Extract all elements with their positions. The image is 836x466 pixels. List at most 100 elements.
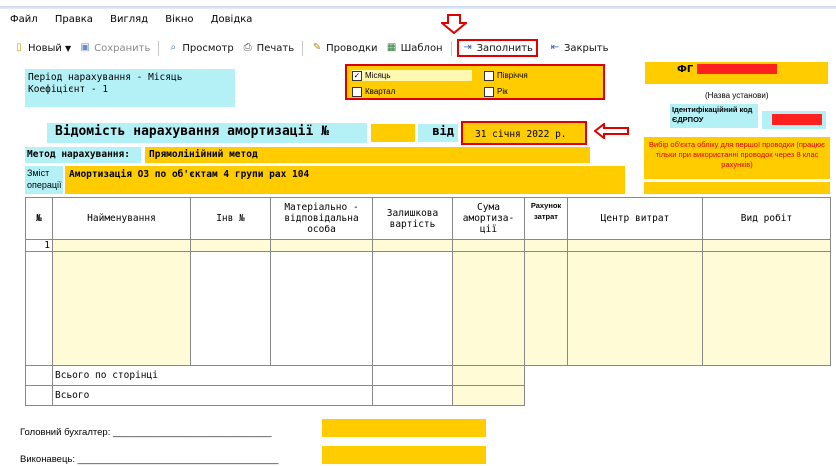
quarter-label: Квартал — [365, 87, 396, 96]
chief-accountant-field[interactable] — [322, 419, 486, 437]
total-page-amount — [452, 365, 525, 386]
quarter-option[interactable]: Квартал — [352, 86, 472, 97]
total-amount — [452, 385, 525, 406]
table-row[interactable]: 1 — [25, 239, 831, 252]
period-line-1: Період нарахування - Місяць — [28, 72, 183, 83]
edrpou-redacted — [772, 114, 822, 125]
cell-residual[interactable] — [372, 239, 453, 252]
semi-option[interactable]: Півріччя — [484, 70, 599, 81]
doc-date-field[interactable]: 31 січня 2022 р. — [461, 121, 587, 145]
menu-help[interactable]: Довідка — [211, 14, 253, 25]
cell-cost-center[interactable] — [567, 239, 703, 252]
toolbar-separator — [302, 40, 304, 56]
data-table: № Найменування Інв № Матеріально - відпо… — [25, 197, 831, 406]
table-empty-area — [25, 251, 831, 366]
period-info: Період нарахування - Місяць Коефіцієнт -… — [25, 69, 235, 107]
row-number: 1 — [25, 239, 53, 252]
year-label: Рік — [497, 87, 508, 96]
menu-edit[interactable]: Правка — [55, 14, 93, 25]
new-button[interactable]: ▯ Новый ▼ — [10, 41, 74, 55]
total-page-row: Всього по сторінці — [25, 365, 831, 386]
hint-extra-field — [644, 182, 830, 194]
postings-button[interactable]: ✎ Проводки — [308, 41, 380, 55]
close-doc-icon: ⇤ — [550, 42, 560, 53]
method-label: Метод нарахування: — [25, 147, 141, 163]
toolbar-separator — [450, 40, 452, 56]
from-label: від — [418, 124, 458, 142]
org-prefix: ФГ — [677, 64, 694, 75]
checkbox-icon[interactable] — [484, 86, 494, 97]
cell-person[interactable] — [270, 239, 373, 252]
col-header-cost-center: Центр витрат — [567, 197, 703, 240]
org-name-field[interactable]: ФГ — [645, 62, 828, 84]
cell-work-type[interactable] — [702, 239, 831, 252]
total-page-label: Всього по сторінці — [52, 365, 373, 386]
checkbox-icon[interactable] — [484, 70, 494, 81]
col-header-person: Матеріально - відповідальна особа — [270, 197, 373, 240]
magnifier-icon: ⌕ — [170, 42, 177, 53]
doc-number-field[interactable] — [371, 124, 415, 142]
template-button-label: Шаблон — [400, 42, 443, 54]
toolbar-separator — [158, 40, 160, 56]
checkbox-icon[interactable] — [352, 86, 362, 97]
col-header-name: Найменування — [52, 197, 191, 240]
toolbar: ▯ Новый ▼ ▣ Сохранить ⌕ Просмотр ⎙ Печат… — [10, 39, 612, 57]
edrpou-field[interactable] — [762, 111, 826, 129]
hint-box: Вибір об'єкта обліку для першої проводки… — [644, 137, 830, 179]
menu-window[interactable]: Вікно — [165, 14, 193, 25]
table-header-row: № Найменування Інв № Матеріально - відпо… — [25, 197, 831, 240]
method-field[interactable]: Прямолінійний метод — [145, 147, 590, 163]
org-name-redacted — [696, 64, 777, 74]
content-label-text: Зміст операції — [27, 168, 62, 190]
close-button[interactable]: ⇤ Закрыть — [546, 41, 612, 55]
chevron-down-icon[interactable]: ▼ — [65, 44, 71, 53]
col-header-work-type: Вид робіт — [702, 197, 831, 240]
cell-inv[interactable] — [190, 239, 271, 252]
menu-file[interactable]: Файл — [10, 14, 38, 25]
edrpou-label: Ідентифікаційний код ЄДРПОУ — [670, 104, 758, 128]
checkbox-checked-icon[interactable]: ✓ — [352, 70, 362, 81]
save-button[interactable]: ▣ Сохранить — [76, 41, 153, 55]
executor-label: Виконавець: ____________________________… — [20, 454, 279, 465]
period-options: ✓ Місяць Квартал Півріччя Рік — [345, 64, 605, 100]
close-button-label: Закрыть — [563, 42, 609, 54]
menu-view[interactable]: Вигляд — [110, 14, 148, 25]
cell-account[interactable] — [524, 239, 568, 252]
org-name-caption: (Назва установи) — [705, 91, 769, 100]
print-button[interactable]: ⎙ Печать — [239, 41, 297, 55]
page-title: Відомість нарахування амортизації № — [55, 124, 329, 139]
fill-button-label: Заполнить — [476, 42, 533, 54]
fill-button[interactable]: ⇥ Заполнить — [456, 39, 538, 57]
col-header-amount: Сума амортиза- ції — [452, 197, 525, 240]
fill-icon: ⇥ — [463, 42, 472, 53]
postings-icon: ✎ — [312, 42, 322, 53]
preview-button[interactable]: ⌕ Просмотр — [164, 41, 236, 55]
period-line-2: Коефіцієнт - 1 — [28, 84, 109, 95]
postings-button-label: Проводки — [326, 42, 378, 54]
printer-icon: ⎙ — [243, 42, 252, 53]
semi-label: Півріччя — [497, 71, 528, 80]
print-button-label: Печать — [256, 42, 295, 54]
content-field[interactable]: Амортизація ОЗ по об'єктам 4 групи рах 1… — [65, 166, 625, 194]
edrpou-label-text: Ідентифікаційний код ЄДРПОУ — [672, 105, 753, 124]
content-value: Амортизація ОЗ по об'єктам 4 групи рах 1… — [69, 169, 310, 180]
month-option[interactable]: ✓ Місяць — [352, 70, 472, 81]
total-label: Всього — [52, 385, 373, 406]
doc-date-value: 31 січня 2022 р. — [475, 129, 567, 140]
cell-name[interactable] — [52, 239, 191, 252]
content-label: Зміст операції — [25, 166, 63, 194]
new-button-label: Новый — [28, 42, 62, 54]
red-arrow-down-annotation — [441, 14, 467, 34]
hint-text: Вибір об'єкта обліку для першої проводки… — [648, 140, 826, 169]
month-label: Місяць — [365, 71, 391, 80]
red-arrow-left-annotation — [594, 123, 629, 139]
executor-field[interactable] — [322, 446, 486, 464]
col-header-residual: Залишкова вартість — [372, 197, 453, 240]
new-document-icon: ▯ — [16, 42, 22, 53]
cell-amount[interactable] — [452, 239, 525, 252]
template-icon: ▦ — [386, 42, 397, 53]
template-button[interactable]: ▦ Шаблон — [383, 41, 446, 55]
year-option[interactable]: Рік — [484, 86, 599, 97]
col-header-no: № — [25, 197, 53, 240]
menu-bar: Файл Правка Вигляд Вікно Довідка — [0, 14, 836, 32]
